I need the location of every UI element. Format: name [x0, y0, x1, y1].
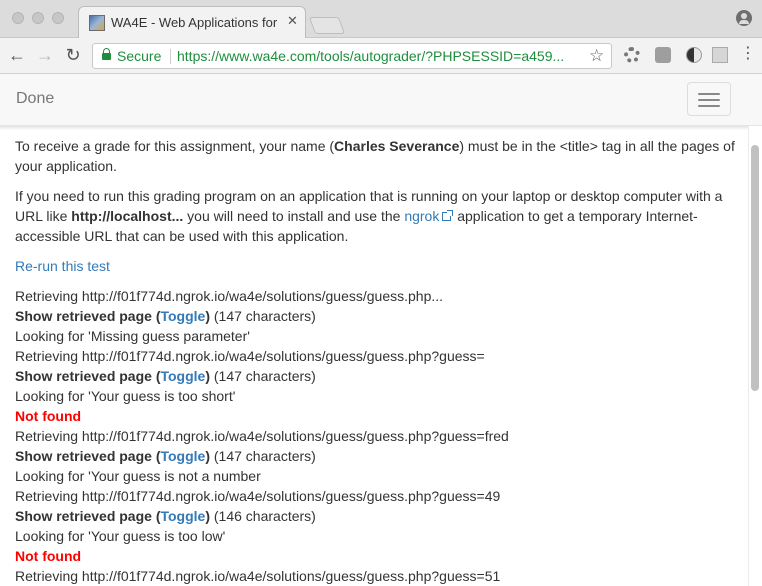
toggle-link[interactable]: Toggle: [160, 508, 205, 524]
forward-arrow-icon[interactable]: →: [34, 44, 56, 66]
log-line: Looking for 'Missing guess parameter': [15, 328, 250, 344]
rerun-test-link[interactable]: Re-run this test: [15, 256, 737, 276]
log-line: Retrieving http://f01f774d.ngrok.io/wa4e…: [15, 488, 501, 504]
intro-text: you will need to install and use the: [183, 208, 405, 224]
log-line: Show retrieved page (Toggle) (147 charac…: [15, 306, 737, 326]
log-line: Show retrieved page (Toggle) (147 charac…: [15, 446, 737, 466]
bookmark-star-icon[interactable]: ☆: [589, 46, 604, 66]
log-line: Retrieving http://f01f774d.ngrok.io/wa4e…: [15, 348, 485, 364]
char-count: (146 characters): [210, 508, 316, 524]
hamburger-bar-icon: [698, 93, 720, 95]
window-titlebar: WA4E - Web Applications for E ✕: [0, 0, 762, 38]
extension-gear-icon[interactable]: [624, 47, 640, 63]
lock-icon: [102, 48, 111, 60]
minimize-window-button[interactable]: [32, 12, 44, 24]
address-bar[interactable]: Secure https://www.wa4e.com/tools/autogr…: [92, 43, 612, 69]
main-content: To receive a grade for this assignment, …: [15, 136, 737, 586]
new-tab-button[interactable]: [308, 17, 346, 34]
navbar-shadow: [0, 126, 748, 130]
hamburger-bar-icon: [698, 99, 720, 101]
intro-paragraph-ngrok: If you need to run this grading program …: [15, 186, 737, 246]
show-page-label: Show retrieved page (: [15, 368, 161, 384]
profile-icon[interactable]: [736, 10, 752, 26]
extension-square-icon[interactable]: [655, 47, 671, 63]
favicon-icon: [89, 15, 105, 31]
scrollbar-thumb[interactable]: [751, 145, 759, 391]
zoom-window-button[interactable]: [52, 12, 64, 24]
not-found-status: Not found: [15, 408, 82, 424]
student-name: Charles Severance: [334, 138, 460, 154]
log-line: Show retrieved page (Toggle) (146 charac…: [15, 506, 737, 526]
log-line: Looking for 'Your guess is not a number: [15, 468, 261, 484]
extension-contrast-icon[interactable]: [686, 47, 702, 63]
browser-menu-icon[interactable]: ⋮: [740, 46, 756, 62]
char-count: (147 characters): [210, 368, 316, 384]
toggle-link[interactable]: Toggle: [160, 448, 205, 464]
show-page-label: Show retrieved page (: [15, 448, 161, 464]
external-link-icon: [442, 210, 454, 221]
log-line: Show retrieved page (Toggle) (147 charac…: [15, 366, 737, 386]
ngrok-link[interactable]: ngrok: [404, 208, 439, 224]
tab-close-icon[interactable]: ✕: [287, 13, 298, 29]
reload-icon[interactable]: ↻: [62, 44, 84, 66]
back-arrow-icon[interactable]: ←: [6, 44, 28, 66]
log-line: Retrieving http://f01f774d.ngrok.io/wa4e…: [15, 428, 509, 444]
navbar-brand[interactable]: Done: [16, 90, 54, 108]
log-line: Retrieving http://f01f774d.ngrok.io/wa4e…: [15, 568, 501, 584]
localhost-text: http://localhost...: [71, 208, 184, 224]
char-count: (147 characters): [210, 448, 316, 464]
navbar-toggle-button[interactable]: [687, 82, 731, 116]
browser-toolbar: ← → ↻ Secure https://www.wa4e.com/tools/…: [0, 38, 762, 74]
toggle-link[interactable]: Toggle: [160, 308, 205, 324]
browser-tab[interactable]: WA4E - Web Applications for E ✕: [78, 6, 306, 38]
extension-grid-icon[interactable]: [712, 47, 728, 63]
site-navbar: Done: [0, 74, 762, 126]
log-line: Looking for 'Your guess is too low': [15, 528, 226, 544]
tab-title: WA4E - Web Applications for E: [111, 15, 279, 30]
close-window-button[interactable]: [12, 12, 24, 24]
not-found-status: Not found: [15, 548, 82, 564]
show-page-label: Show retrieved page (: [15, 508, 161, 524]
intro-text: To receive a grade for this assignment, …: [15, 138, 335, 154]
url-text[interactable]: https://www.wa4e.com/tools/autograder/?P…: [177, 48, 577, 64]
toggle-link[interactable]: Toggle: [160, 368, 205, 384]
secure-label: Secure: [117, 48, 162, 64]
log-line: Looking for 'Your guess is too short': [15, 388, 236, 404]
char-count: (147 characters): [210, 308, 316, 324]
address-divider: [170, 49, 171, 64]
intro-paragraph-name: To receive a grade for this assignment, …: [15, 136, 737, 176]
hamburger-bar-icon: [698, 105, 720, 107]
log-line: Retrieving http://f01f774d.ngrok.io/wa4e…: [15, 288, 444, 304]
show-page-label: Show retrieved page (: [15, 308, 161, 324]
